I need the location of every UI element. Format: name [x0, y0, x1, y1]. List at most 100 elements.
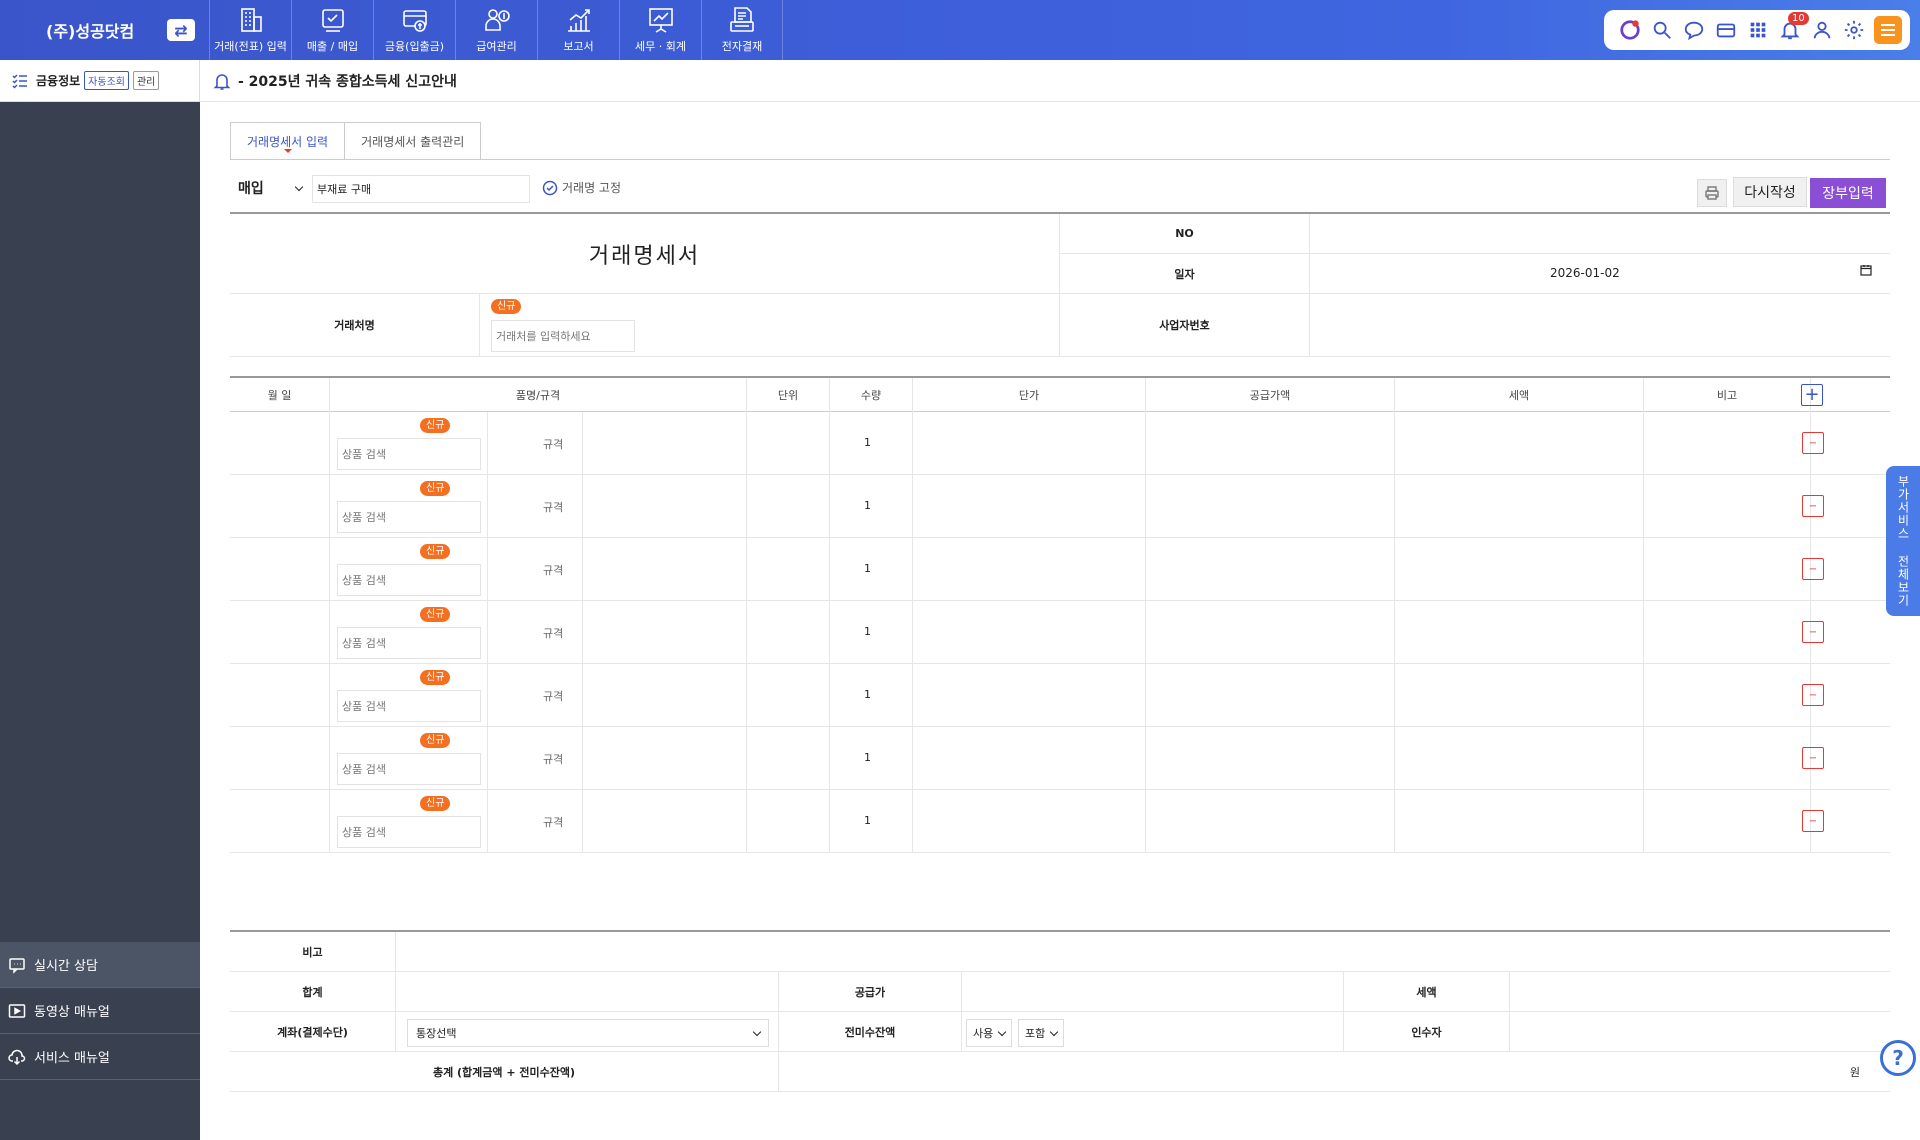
- remove-row-button[interactable]: −: [1802, 432, 1824, 454]
- client-input[interactable]: 거래처를 입력하세요: [491, 320, 635, 352]
- cell-supply[interactable]: [1146, 475, 1395, 538]
- notice-bar[interactable]: - 2025년 귀속 종합소득세 신고안내: [200, 60, 1920, 102]
- new-client-badge[interactable]: 신규: [491, 299, 522, 314]
- qty-value[interactable]: 1: [864, 625, 871, 638]
- qty-value[interactable]: 1: [864, 562, 871, 575]
- cell-unit[interactable]: [747, 601, 830, 664]
- cell-remark[interactable]: [1644, 601, 1811, 664]
- nav-item-payroll[interactable]: 급여관리: [455, 0, 537, 60]
- cell-tax[interactable]: [1395, 412, 1644, 475]
- spec-field[interactable]: 규격: [543, 751, 563, 767]
- spec-field[interactable]: 규격: [543, 436, 563, 452]
- notification-bell-icon[interactable]: 10: [1778, 12, 1809, 42]
- cell-date[interactable]: [230, 601, 330, 664]
- sidebar-item-service-manual[interactable]: 서비스 매뉴얼: [0, 1034, 200, 1080]
- cell-price[interactable]: [913, 601, 1146, 664]
- cell-supply[interactable]: [1146, 412, 1395, 475]
- cell-qty[interactable]: [830, 412, 913, 475]
- print-button[interactable]: [1697, 179, 1727, 207]
- help-icon[interactable]: ?: [1880, 1040, 1916, 1076]
- cell-unit[interactable]: [747, 727, 830, 790]
- cell-price[interactable]: [913, 538, 1146, 601]
- product-search-input[interactable]: 상품 검색: [337, 501, 481, 533]
- cell-tax[interactable]: [1395, 727, 1644, 790]
- cell-remark[interactable]: [1644, 727, 1811, 790]
- product-search-input[interactable]: 상품 검색: [337, 816, 481, 848]
- cell-unit[interactable]: [747, 790, 830, 853]
- tab-statement-input[interactable]: 거래명세서 입력: [230, 122, 346, 160]
- cell-price[interactable]: [913, 790, 1146, 853]
- nav-item-transaction[interactable]: 거래(전표) 입력: [209, 0, 291, 60]
- product-search-input[interactable]: 상품 검색: [337, 564, 481, 596]
- cell-qty[interactable]: [830, 601, 913, 664]
- spec-field[interactable]: 규격: [543, 814, 563, 830]
- cell-price[interactable]: [913, 412, 1146, 475]
- ledger-entry-button[interactable]: 장부입력: [1810, 178, 1886, 208]
- remove-row-button[interactable]: −: [1802, 558, 1824, 580]
- cell-supply[interactable]: [1146, 664, 1395, 727]
- remove-row-button[interactable]: −: [1802, 495, 1824, 517]
- cell-date[interactable]: [230, 664, 330, 727]
- qty-value[interactable]: 1: [864, 751, 871, 764]
- include-select[interactable]: 포함: [1018, 1019, 1065, 1047]
- product-search-input[interactable]: 상품 검색: [337, 627, 481, 659]
- nav-item-tax[interactable]: 세무 · 회계: [619, 0, 701, 60]
- new-item-badge[interactable]: 신규: [420, 544, 451, 559]
- new-item-badge[interactable]: 신규: [420, 607, 451, 622]
- cell-qty[interactable]: [830, 727, 913, 790]
- cell-remark[interactable]: [1644, 412, 1811, 475]
- ai-assistant-icon[interactable]: [1618, 18, 1642, 42]
- remove-row-button[interactable]: −: [1802, 810, 1824, 832]
- cell-supply[interactable]: [1146, 538, 1395, 601]
- use-select[interactable]: 사용: [966, 1019, 1013, 1047]
- remove-row-button[interactable]: −: [1802, 747, 1824, 769]
- cell-tax[interactable]: [1395, 538, 1644, 601]
- transaction-type-select[interactable]: 매입: [230, 173, 310, 203]
- nav-item-sales[interactable]: 매출 / 매입: [291, 0, 373, 60]
- calendar-icon[interactable]: [1860, 264, 1872, 276]
- add-row-button[interactable]: +: [1801, 384, 1823, 406]
- auto-query-button[interactable]: 자동조회: [84, 71, 129, 90]
- cell-unit[interactable]: [747, 538, 830, 601]
- cell-date[interactable]: [230, 538, 330, 601]
- new-item-badge[interactable]: 신규: [420, 733, 451, 748]
- cell-tax[interactable]: [1395, 475, 1644, 538]
- nav-item-report[interactable]: 보고서: [537, 0, 619, 60]
- switch-company-button[interactable]: ⇄: [167, 19, 195, 41]
- spec-field[interactable]: 규격: [543, 562, 563, 578]
- remark-input[interactable]: [396, 932, 1890, 972]
- spec-field[interactable]: 규격: [543, 625, 563, 641]
- cell-price[interactable]: [913, 727, 1146, 790]
- cell-tax[interactable]: [1395, 601, 1644, 664]
- new-item-badge[interactable]: 신규: [420, 796, 451, 811]
- cell-qty[interactable]: [830, 475, 913, 538]
- cell-remark[interactable]: [1644, 538, 1811, 601]
- transaction-name-input[interactable]: 부재료 구매: [312, 175, 530, 203]
- product-search-input[interactable]: 상품 검색: [337, 690, 481, 722]
- cell-supply[interactable]: [1146, 727, 1395, 790]
- hamburger-menu-button[interactable]: [1874, 16, 1902, 44]
- account-select[interactable]: 통장선택: [407, 1019, 769, 1047]
- manage-button[interactable]: 관리: [132, 71, 160, 90]
- qty-value[interactable]: 1: [864, 814, 871, 827]
- tab-statement-output[interactable]: 거래명세서 출력관리: [345, 122, 482, 160]
- remove-row-button[interactable]: −: [1802, 621, 1824, 643]
- fix-name-checkbox[interactable]: 거래명 고정: [542, 179, 621, 196]
- new-item-badge[interactable]: 신규: [420, 670, 451, 685]
- new-item-badge[interactable]: 신규: [420, 481, 451, 496]
- cell-tax[interactable]: [1395, 790, 1644, 853]
- nav-item-finance[interactable]: 금융(입출금): [373, 0, 455, 60]
- cell-date[interactable]: [230, 412, 330, 475]
- apps-grid-icon[interactable]: [1746, 18, 1770, 42]
- nav-item-approval[interactable]: 전자결재: [701, 0, 783, 60]
- cell-qty[interactable]: [830, 538, 913, 601]
- qty-value[interactable]: 1: [864, 436, 871, 449]
- cell-supply[interactable]: [1146, 790, 1395, 853]
- sidebar-item-live-chat[interactable]: 실시간 상담: [0, 942, 200, 988]
- reset-button[interactable]: 다시작성: [1733, 177, 1807, 207]
- spec-field[interactable]: 규격: [543, 499, 563, 515]
- cell-supply[interactable]: [1146, 601, 1395, 664]
- cell-price[interactable]: [913, 475, 1146, 538]
- card-icon[interactable]: [1714, 18, 1738, 42]
- remove-row-button[interactable]: −: [1802, 684, 1824, 706]
